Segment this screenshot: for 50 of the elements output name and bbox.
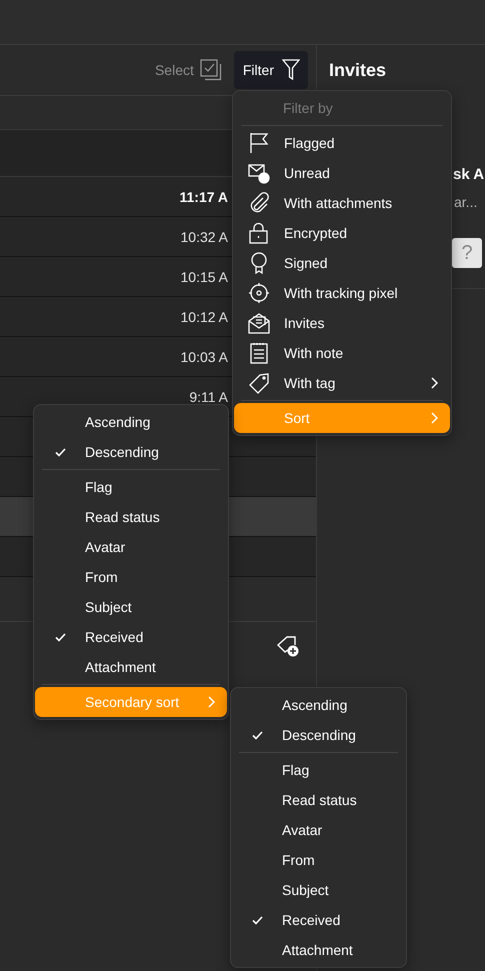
sort-field-item[interactable]: From	[35, 562, 227, 592]
sort-field-item[interactable]: Subject	[232, 875, 405, 905]
sort-field-item[interactable]: Avatar	[232, 815, 405, 845]
envelope-dot-icon	[248, 162, 270, 184]
filter-menu-item[interactable]: With note	[234, 338, 450, 368]
sort-field-item[interactable]: Attachment	[35, 652, 227, 682]
message-time: 10:32 A	[180, 228, 228, 244]
select-checkbox-icon[interactable]	[200, 59, 222, 81]
filter-menu-item[interactable]: Signed	[234, 248, 450, 278]
message-time: 11:17 A	[179, 188, 228, 204]
paperclip-icon	[248, 192, 270, 214]
filter-menu-item[interactable]: With tracking pixel	[234, 278, 450, 308]
message-time: 9:11 A	[189, 388, 228, 404]
sort-field-item[interactable]: From	[232, 845, 405, 875]
message-time: 10:15 A	[180, 268, 228, 284]
sort-field-item[interactable]: Subject	[35, 592, 227, 622]
preview-title: sk A	[453, 166, 484, 183]
sort-order-item[interactable]: Ascending	[35, 407, 227, 437]
sort-field-item[interactable]: Read status	[35, 502, 227, 532]
message-time: 10:12 A	[180, 308, 228, 324]
filter-menu-item[interactable]: With tag	[234, 368, 450, 398]
tag-icon	[248, 372, 270, 394]
menu-header: Filter by	[282, 99, 334, 118]
sort-field-item[interactable]: Flag	[35, 472, 227, 502]
filter-menu-item[interactable]: Encrypted	[234, 218, 450, 248]
sort-field-item[interactable]: Flag	[232, 755, 405, 785]
sort-order-item[interactable]: Descending	[35, 437, 227, 467]
sort-field-item[interactable]: Avatar	[35, 532, 227, 562]
filter-menu-item[interactable]: Unread	[234, 158, 450, 188]
sort-order-item[interactable]: Ascending	[232, 690, 405, 720]
sort-field-item[interactable]: Received	[232, 905, 405, 935]
open-envelope-icon	[248, 312, 270, 334]
notepad-icon	[248, 342, 270, 364]
target-icon	[248, 282, 270, 304]
flag-icon	[248, 132, 270, 154]
sort-field-item[interactable]: Received	[35, 622, 227, 652]
panel-title: Invites	[329, 60, 386, 80]
filter-icon	[282, 59, 300, 81]
add-tag-icon[interactable]	[276, 634, 300, 658]
sort-field-item[interactable]: Attachment	[232, 935, 405, 965]
lock-icon	[248, 222, 270, 244]
message-time: 10:03 A	[180, 348, 228, 364]
filter-menu-item[interactable]: Invites	[234, 308, 450, 338]
sort-order-item[interactable]: Descending	[232, 720, 405, 750]
sort-field-item[interactable]: Read status	[232, 785, 405, 815]
filter-menu-item[interactable]: With attachments	[234, 188, 450, 218]
select-label[interactable]: Select	[154, 62, 194, 78]
preview-text: ar...	[454, 194, 478, 210]
filter-button[interactable]: Filter	[234, 51, 308, 89]
filter-menu-item[interactable]: Flagged	[234, 128, 450, 158]
